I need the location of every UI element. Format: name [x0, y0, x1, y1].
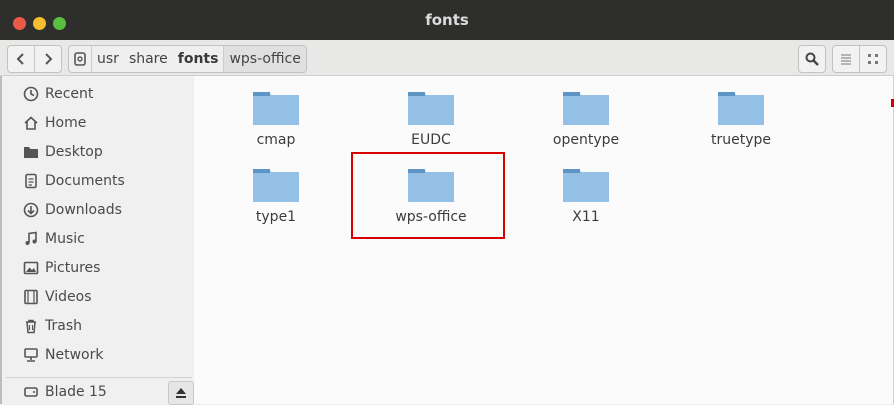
- folder-label: opentype: [552, 132, 620, 148]
- folder-cmap[interactable]: cmap: [216, 90, 336, 148]
- music-icon: [22, 230, 40, 248]
- sidebar-item-label: Blade 15: [45, 384, 107, 400]
- sidebar-item-trash[interactable]: Trash: [22, 314, 82, 338]
- window-title: fonts: [425, 11, 469, 29]
- grid-view-button[interactable]: [860, 45, 887, 73]
- sidebar-item-home[interactable]: Home: [22, 111, 86, 135]
- desktop-folder-icon: [22, 143, 40, 161]
- home-icon: [22, 114, 40, 132]
- sidebar-item-blade-15[interactable]: Blade 15: [22, 380, 107, 404]
- sidebar-item-label: Network: [45, 347, 104, 363]
- crumb-wps-office[interactable]: wps-office: [223, 46, 306, 72]
- sidebar-item-music[interactable]: Music: [22, 227, 85, 251]
- crumb-fonts[interactable]: fonts: [173, 46, 224, 72]
- folder-label: EUDC: [411, 132, 451, 148]
- crumb-drive-button[interactable]: [69, 46, 92, 72]
- sidebar-item-pictures[interactable]: Pictures: [22, 256, 100, 280]
- sidebar-item-label: Trash: [45, 318, 82, 334]
- sidebar-item-label: Desktop: [45, 144, 103, 160]
- folder-label: cmap: [256, 132, 296, 148]
- sidebar-item-label: Videos: [45, 289, 92, 305]
- crumb-share[interactable]: share: [124, 46, 173, 72]
- search-button[interactable]: [798, 45, 826, 73]
- back-button[interactable]: [8, 46, 34, 72]
- maximize-window-button[interactable]: [53, 17, 66, 30]
- sidebar-item-label: Home: [45, 115, 87, 131]
- sidebar-item-recent[interactable]: Recent: [22, 82, 93, 106]
- close-window-button[interactable]: [13, 17, 26, 30]
- sidebar: Recent Home Desktop Documents Downloads …: [0, 76, 196, 405]
- list-view-button[interactable]: [832, 45, 860, 73]
- folder-label: truetype: [710, 132, 771, 148]
- folder-eudc[interactable]: EUDC: [371, 90, 491, 148]
- highlight-box: [351, 152, 505, 239]
- sidebar-item-label: Music: [45, 231, 85, 247]
- trash-icon: [22, 317, 40, 335]
- sidebar-item-label: Pictures: [45, 260, 101, 276]
- breadcrumb: usr share fonts wps-office: [68, 45, 307, 73]
- chevron-left-icon: [16, 53, 24, 65]
- folder-icon: [253, 169, 299, 202]
- folder-label: X11: [572, 209, 600, 225]
- eject-button[interactable]: [168, 381, 194, 405]
- eject-icon: [176, 388, 186, 398]
- sidebar-item-downloads[interactable]: Downloads: [22, 198, 122, 222]
- forward-button[interactable]: [34, 46, 61, 72]
- folder-icon: [563, 92, 609, 125]
- downloads-icon: [22, 201, 40, 219]
- grid-view-icon: [868, 54, 878, 64]
- crumb-usr[interactable]: usr: [92, 46, 124, 72]
- documents-icon: [22, 172, 40, 190]
- folder-icon: [253, 92, 299, 125]
- title-bar: fonts: [0, 0, 894, 40]
- network-icon: [22, 346, 40, 364]
- folder-icon: [563, 169, 609, 202]
- pictures-icon: [22, 259, 40, 277]
- folder-icon: [718, 92, 764, 125]
- chevron-right-icon: [45, 53, 53, 65]
- list-view-icon: [841, 54, 851, 65]
- sidebar-item-label: Recent: [45, 86, 94, 102]
- folder-x11[interactable]: X11: [526, 167, 646, 225]
- sidebar-item-label: Documents: [45, 173, 125, 189]
- navigation-buttons: [7, 45, 62, 73]
- drive-icon: [22, 383, 40, 401]
- folder-label: type1: [255, 209, 297, 225]
- sidebar-item-network[interactable]: Network: [22, 343, 103, 367]
- folder-icon: [408, 92, 454, 125]
- minimize-window-button[interactable]: [33, 17, 46, 30]
- sidebar-item-videos[interactable]: Videos: [22, 285, 92, 309]
- search-icon: [805, 52, 819, 66]
- sidebar-item-documents[interactable]: Documents: [22, 169, 125, 193]
- folder-opentype[interactable]: opentype: [526, 90, 646, 148]
- drive-icon: [74, 52, 86, 66]
- toolbar: usr share fonts wps-office: [0, 40, 894, 76]
- videos-icon: [22, 288, 40, 306]
- folder-type1[interactable]: type1: [216, 167, 336, 225]
- file-view: cmap EUDC opentype truetype type1 wps-of…: [194, 76, 894, 404]
- folder-truetype[interactable]: truetype: [681, 90, 801, 148]
- recent-icon: [22, 85, 40, 103]
- sidebar-item-label: Downloads: [45, 202, 122, 218]
- sidebar-divider: [6, 377, 192, 378]
- sidebar-item-desktop[interactable]: Desktop: [22, 140, 103, 164]
